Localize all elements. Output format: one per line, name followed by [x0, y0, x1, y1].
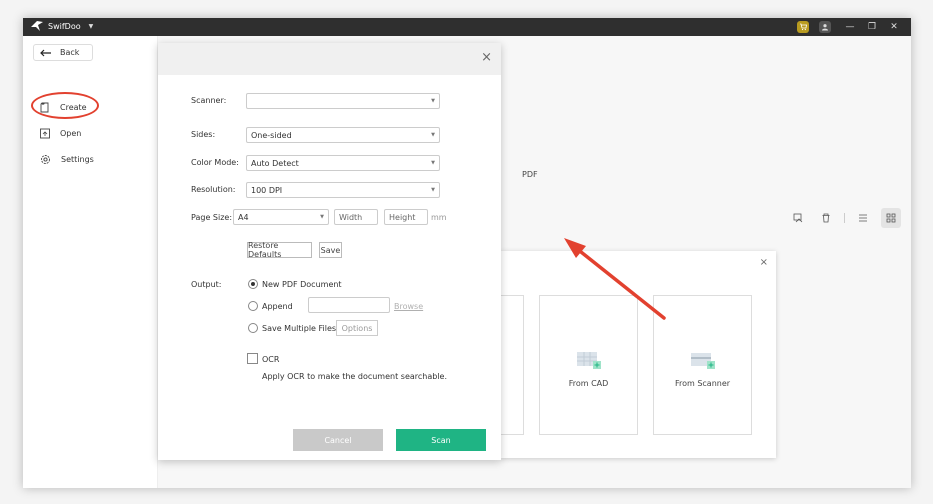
scanner-label: Scanner:	[191, 96, 227, 105]
sidebar-item-label: Open	[60, 128, 82, 138]
unit-label: mm	[431, 213, 447, 222]
color-mode-select[interactable]: Auto Detect ▼	[246, 155, 440, 171]
ocr-label: OCR	[262, 355, 280, 364]
append-radio[interactable]	[248, 301, 258, 311]
close-button[interactable]: ✕	[883, 18, 905, 36]
cad-icon	[577, 352, 601, 369]
user-icon[interactable]	[819, 21, 831, 33]
list-view-icon[interactable]	[853, 208, 873, 228]
trash-icon[interactable]	[816, 208, 836, 228]
back-label: Back	[60, 48, 80, 57]
open-icon	[40, 128, 50, 138]
create-card[interactable]	[500, 295, 524, 435]
dialog-header: ×	[158, 43, 501, 75]
scanner-icon	[691, 353, 715, 369]
ocr-description: Apply OCR to make the document searchabl…	[262, 372, 448, 381]
create-panel-close-button[interactable]: ×	[760, 257, 768, 268]
app-name: SwifDoo	[48, 21, 81, 31]
cart-icon[interactable]	[797, 21, 809, 33]
scan-button[interactable]: Scan	[396, 429, 486, 451]
gear-icon	[41, 154, 50, 164]
sides-label: Sides:	[191, 130, 216, 139]
view-toolbar	[788, 208, 901, 228]
minimize-button[interactable]: —	[839, 18, 861, 36]
toolbar-divider	[844, 213, 845, 223]
save-button[interactable]: Save	[319, 242, 342, 258]
sidebar-item-label: Settings	[61, 154, 94, 164]
grid-view-icon[interactable]	[881, 208, 901, 228]
restore-defaults-button[interactable]: Restore Defaults	[247, 241, 312, 259]
save-multiple-label: Save Multiple Files	[262, 324, 337, 333]
cancel-button[interactable]: Cancel	[293, 429, 383, 451]
scanner-select[interactable]: ▼	[246, 93, 440, 109]
card-label: From Scanner	[674, 379, 731, 388]
sides-select[interactable]: One-sided ▼	[246, 127, 440, 143]
width-input[interactable]: Width	[334, 209, 378, 225]
page-size-select[interactable]: A4 ▼	[233, 209, 329, 225]
swifdoo-logo-icon	[31, 21, 43, 31]
chevron-down-icon: ▼	[431, 160, 435, 166]
height-input[interactable]: Height	[384, 209, 428, 225]
title-bar: SwifDoo ▼ — ❐ ✕	[23, 18, 911, 36]
ocr-checkbox[interactable]	[247, 353, 258, 364]
chevron-down-icon: ▼	[431, 187, 435, 193]
create-card-from-cad[interactable]: From CAD	[539, 295, 638, 435]
sidebar-item-settings[interactable]: Settings	[40, 152, 94, 166]
create-card-from-scanner[interactable]: From Scanner	[653, 295, 752, 435]
pdf-label: PDF	[522, 170, 538, 179]
annotation-circle	[31, 92, 99, 119]
maximize-button[interactable]: ❐	[861, 18, 883, 36]
color-mode-value: Auto Detect	[251, 158, 299, 168]
append-path-input[interactable]	[308, 297, 390, 313]
save-multiple-radio[interactable]	[248, 323, 258, 333]
new-pdf-radio[interactable]	[248, 279, 258, 289]
resolution-label: Resolution:	[191, 185, 236, 194]
options-button[interactable]: Options	[336, 320, 378, 336]
sidebar: Back Create Open Settings	[23, 36, 158, 488]
new-pdf-label: New PDF Document	[262, 280, 342, 289]
color-mode-label: Color Mode:	[191, 158, 239, 167]
resolution-select[interactable]: 100 DPI ▼	[246, 182, 440, 198]
import-icon[interactable]	[788, 208, 808, 228]
app-menu[interactable]: SwifDoo ▼	[31, 21, 93, 31]
sides-value: One-sided	[251, 130, 292, 140]
dialog-close-button[interactable]: ×	[481, 50, 492, 65]
chevron-down-icon: ▼	[88, 22, 94, 30]
sidebar-item-open[interactable]: Open	[40, 126, 81, 140]
scan-dialog: × Scanner: ▼ Sides: One-sided ▼ Color Mo…	[158, 43, 501, 460]
browse-link[interactable]: Browse	[394, 302, 423, 311]
append-label: Append	[262, 302, 293, 311]
chevron-down-icon: ▼	[431, 132, 435, 138]
chevron-down-icon: ▼	[320, 214, 324, 220]
back-button[interactable]: Back	[33, 44, 93, 61]
create-panel: × From CAD From Scanner	[500, 251, 776, 458]
output-label: Output:	[191, 280, 222, 289]
card-label: From CAD	[568, 379, 609, 388]
page-size-label: Page Size:	[191, 213, 233, 222]
page-size-value: A4	[238, 212, 249, 222]
arrow-left-icon	[40, 49, 51, 56]
chevron-down-icon: ▼	[431, 98, 435, 104]
resolution-value: 100 DPI	[251, 185, 283, 195]
